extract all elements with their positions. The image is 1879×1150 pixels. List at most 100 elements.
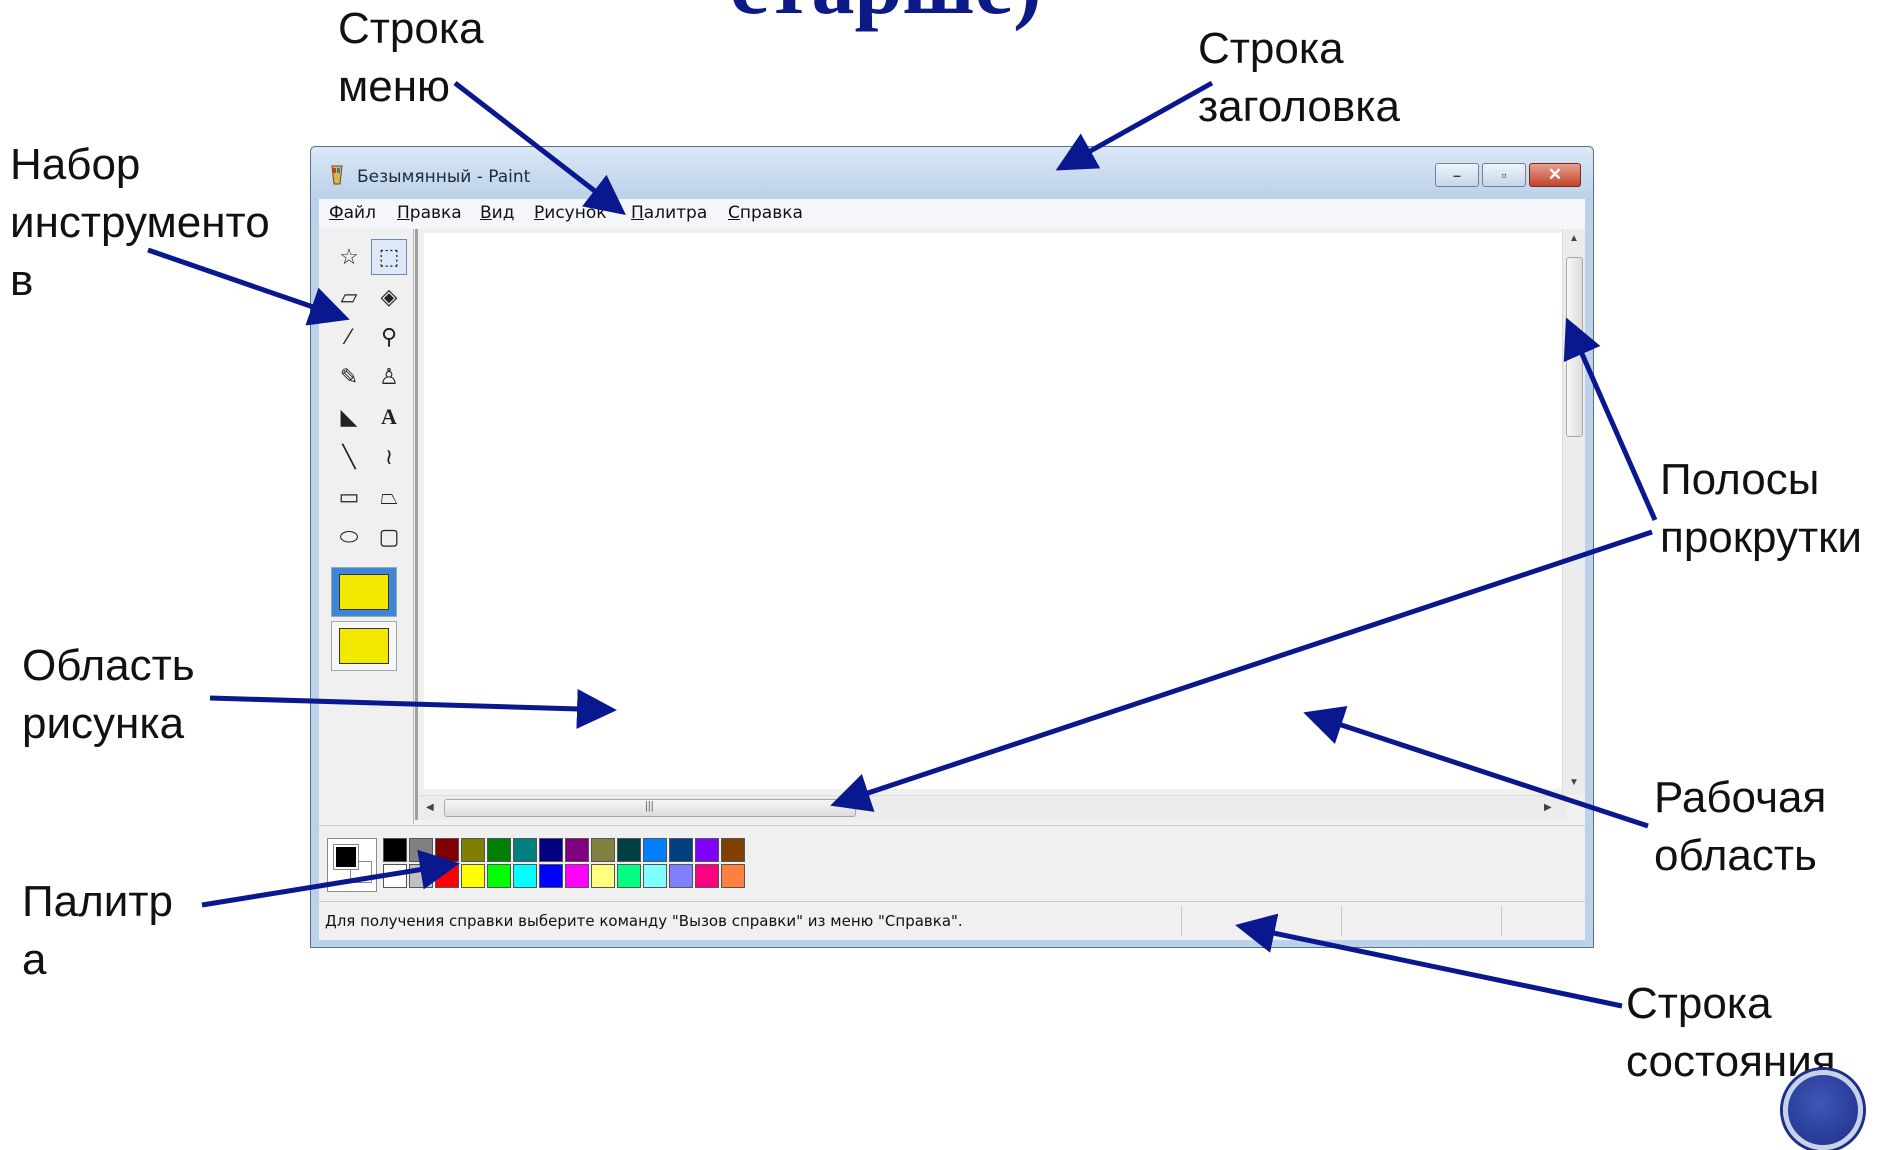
menu-edit[interactable]: Правка	[397, 203, 462, 223]
callout-scrollbars: Полосы прокрутки	[1660, 455, 1862, 562]
menu-colors[interactable]: Палитра	[631, 203, 707, 223]
tool-brush[interactable]: ♙	[371, 359, 407, 395]
grip-icon: |||	[645, 800, 654, 812]
tool-rounded-rectangle[interactable]: ▢	[371, 519, 407, 555]
color-swatch[interactable]	[539, 838, 563, 862]
tool-rectangle[interactable]: ▭	[331, 479, 367, 515]
status-divider	[1341, 906, 1342, 936]
status-text: Для получения справки выберите команду "…	[325, 912, 963, 930]
scroll-right-icon[interactable]: ▶	[1544, 802, 1552, 813]
color-swatch[interactable]	[695, 864, 719, 888]
rectangle-icon: ▭	[338, 484, 360, 509]
free-select-icon: ☆	[339, 244, 359, 269]
callout-title-bar: Строка заголовка	[1198, 24, 1400, 131]
color-swatch[interactable]	[487, 864, 511, 888]
work-area: ▲ ▼ ◀ ||| ▶	[415, 229, 1585, 820]
drawing-canvas[interactable]	[424, 233, 1564, 789]
scroll-up-icon[interactable]: ▲	[1569, 233, 1579, 244]
color-palette	[319, 825, 1585, 902]
callout-palette: Палитр а	[22, 877, 173, 984]
color-swatch[interactable]	[461, 838, 485, 862]
callout-menu-bar: Строка меню	[338, 4, 484, 111]
menu-file[interactable]: Файл	[329, 203, 376, 223]
slide-title: старше)	[730, 0, 1042, 34]
horizontal-scrollbar[interactable]: ◀ ||| ▶	[418, 795, 1566, 820]
color-swatch[interactable]	[383, 864, 407, 888]
color-swatch[interactable]	[383, 838, 407, 862]
color-swatch[interactable]	[565, 838, 589, 862]
transparent-option[interactable]	[331, 621, 397, 671]
paint-app-icon	[331, 165, 343, 185]
color-swatch[interactable]	[409, 838, 433, 862]
callout-work-area: Рабочая область	[1654, 773, 1827, 880]
rect-select-icon: ⬚	[378, 244, 400, 269]
menu-bar: Файл Правка Вид Рисунок Палитра Справка	[319, 199, 1585, 229]
line-icon: ╲	[342, 444, 356, 469]
opaque-option[interactable]	[331, 567, 397, 617]
color-swatch[interactable]	[617, 838, 641, 862]
vertical-scroll-thumb[interactable]	[1566, 257, 1583, 437]
color-swatch[interactable]	[591, 864, 615, 888]
window-title: Безымянный - Paint	[357, 167, 531, 187]
opaque-option-icon	[339, 574, 389, 610]
color-swatch[interactable]	[591, 838, 615, 862]
window-body: ☆ ⬚ ▱ ◈ ⁄ ⚲ ✎ ♙ ◣ A ╲ ≀ ▭ ⏢ ⬭ ▢ ▲ ▼ ◀ ||…	[319, 229, 1585, 902]
color-swatch[interactable]	[669, 864, 693, 888]
curve-icon: ≀	[384, 444, 394, 469]
status-divider	[1181, 906, 1182, 936]
tool-ellipse[interactable]: ⬭	[331, 519, 367, 555]
color-swatch[interactable]	[435, 864, 459, 888]
tool-rect-select[interactable]: ⬚	[371, 239, 407, 275]
color-swatch[interactable]	[565, 864, 589, 888]
color-swatch[interactable]	[721, 838, 745, 862]
foreground-color[interactable]	[333, 844, 359, 870]
scroll-down-icon[interactable]: ▼	[1569, 777, 1579, 788]
tool-color-picker[interactable]: ⁄	[331, 319, 367, 355]
tool-polygon[interactable]: ⏢	[371, 479, 407, 515]
minimize-button[interactable]: –	[1435, 163, 1479, 187]
palette-swatches	[383, 838, 745, 888]
rounded-rectangle-icon: ▢	[378, 524, 400, 549]
text-tool-icon: A	[381, 404, 397, 429]
menu-help[interactable]: Справка	[728, 203, 803, 223]
color-swatch[interactable]	[539, 864, 563, 888]
menu-image[interactable]: Рисунок	[534, 203, 607, 223]
tool-airbrush[interactable]: ◣	[331, 399, 367, 435]
tool-line[interactable]: ╲	[331, 439, 367, 475]
pencil-icon: ✎	[339, 364, 359, 389]
menu-view[interactable]: Вид	[480, 203, 514, 223]
callout-drawing-area: Область рисунка	[22, 641, 195, 748]
maximize-button[interactable]: ▫	[1482, 163, 1526, 187]
tool-fill[interactable]: ◈	[371, 279, 407, 315]
tool-pencil[interactable]: ✎	[331, 359, 367, 395]
minimize-icon: –	[1453, 167, 1461, 183]
color-swatch[interactable]	[461, 864, 485, 888]
status-divider	[1501, 906, 1502, 936]
vertical-scrollbar[interactable]: ▲ ▼	[1562, 229, 1585, 795]
paint-window: Безымянный - Paint – ▫ ✕ Файл Правка Вид…	[310, 146, 1594, 948]
color-swatch[interactable]	[435, 838, 459, 862]
color-swatch[interactable]	[643, 864, 667, 888]
tool-free-select[interactable]: ☆	[331, 239, 367, 275]
tool-curve[interactable]: ≀	[371, 439, 407, 475]
color-swatch[interactable]	[409, 864, 433, 888]
color-swatch[interactable]	[721, 864, 745, 888]
color-swatch[interactable]	[643, 838, 667, 862]
color-picker-icon: ⁄	[347, 324, 351, 349]
color-swatch[interactable]	[513, 838, 537, 862]
color-swatch[interactable]	[669, 838, 693, 862]
toolbox: ☆ ⬚ ▱ ◈ ⁄ ⚲ ✎ ♙ ◣ A ╲ ≀ ▭ ⏢ ⬭ ▢	[319, 229, 414, 824]
color-swatch[interactable]	[487, 838, 511, 862]
color-swatch[interactable]	[695, 838, 719, 862]
tool-magnifier[interactable]: ⚲	[371, 319, 407, 355]
close-button[interactable]: ✕	[1529, 163, 1581, 187]
horizontal-scroll-thumb[interactable]: |||	[444, 799, 856, 817]
brush-icon: ♙	[379, 364, 399, 389]
navigation-button[interactable]	[1783, 1070, 1863, 1150]
scroll-left-icon[interactable]: ◀	[426, 802, 434, 813]
color-swatch[interactable]	[617, 864, 641, 888]
tool-eraser[interactable]: ▱	[331, 279, 367, 315]
color-swatch[interactable]	[513, 864, 537, 888]
tool-text[interactable]: A	[371, 399, 407, 435]
current-colors[interactable]	[327, 838, 377, 892]
